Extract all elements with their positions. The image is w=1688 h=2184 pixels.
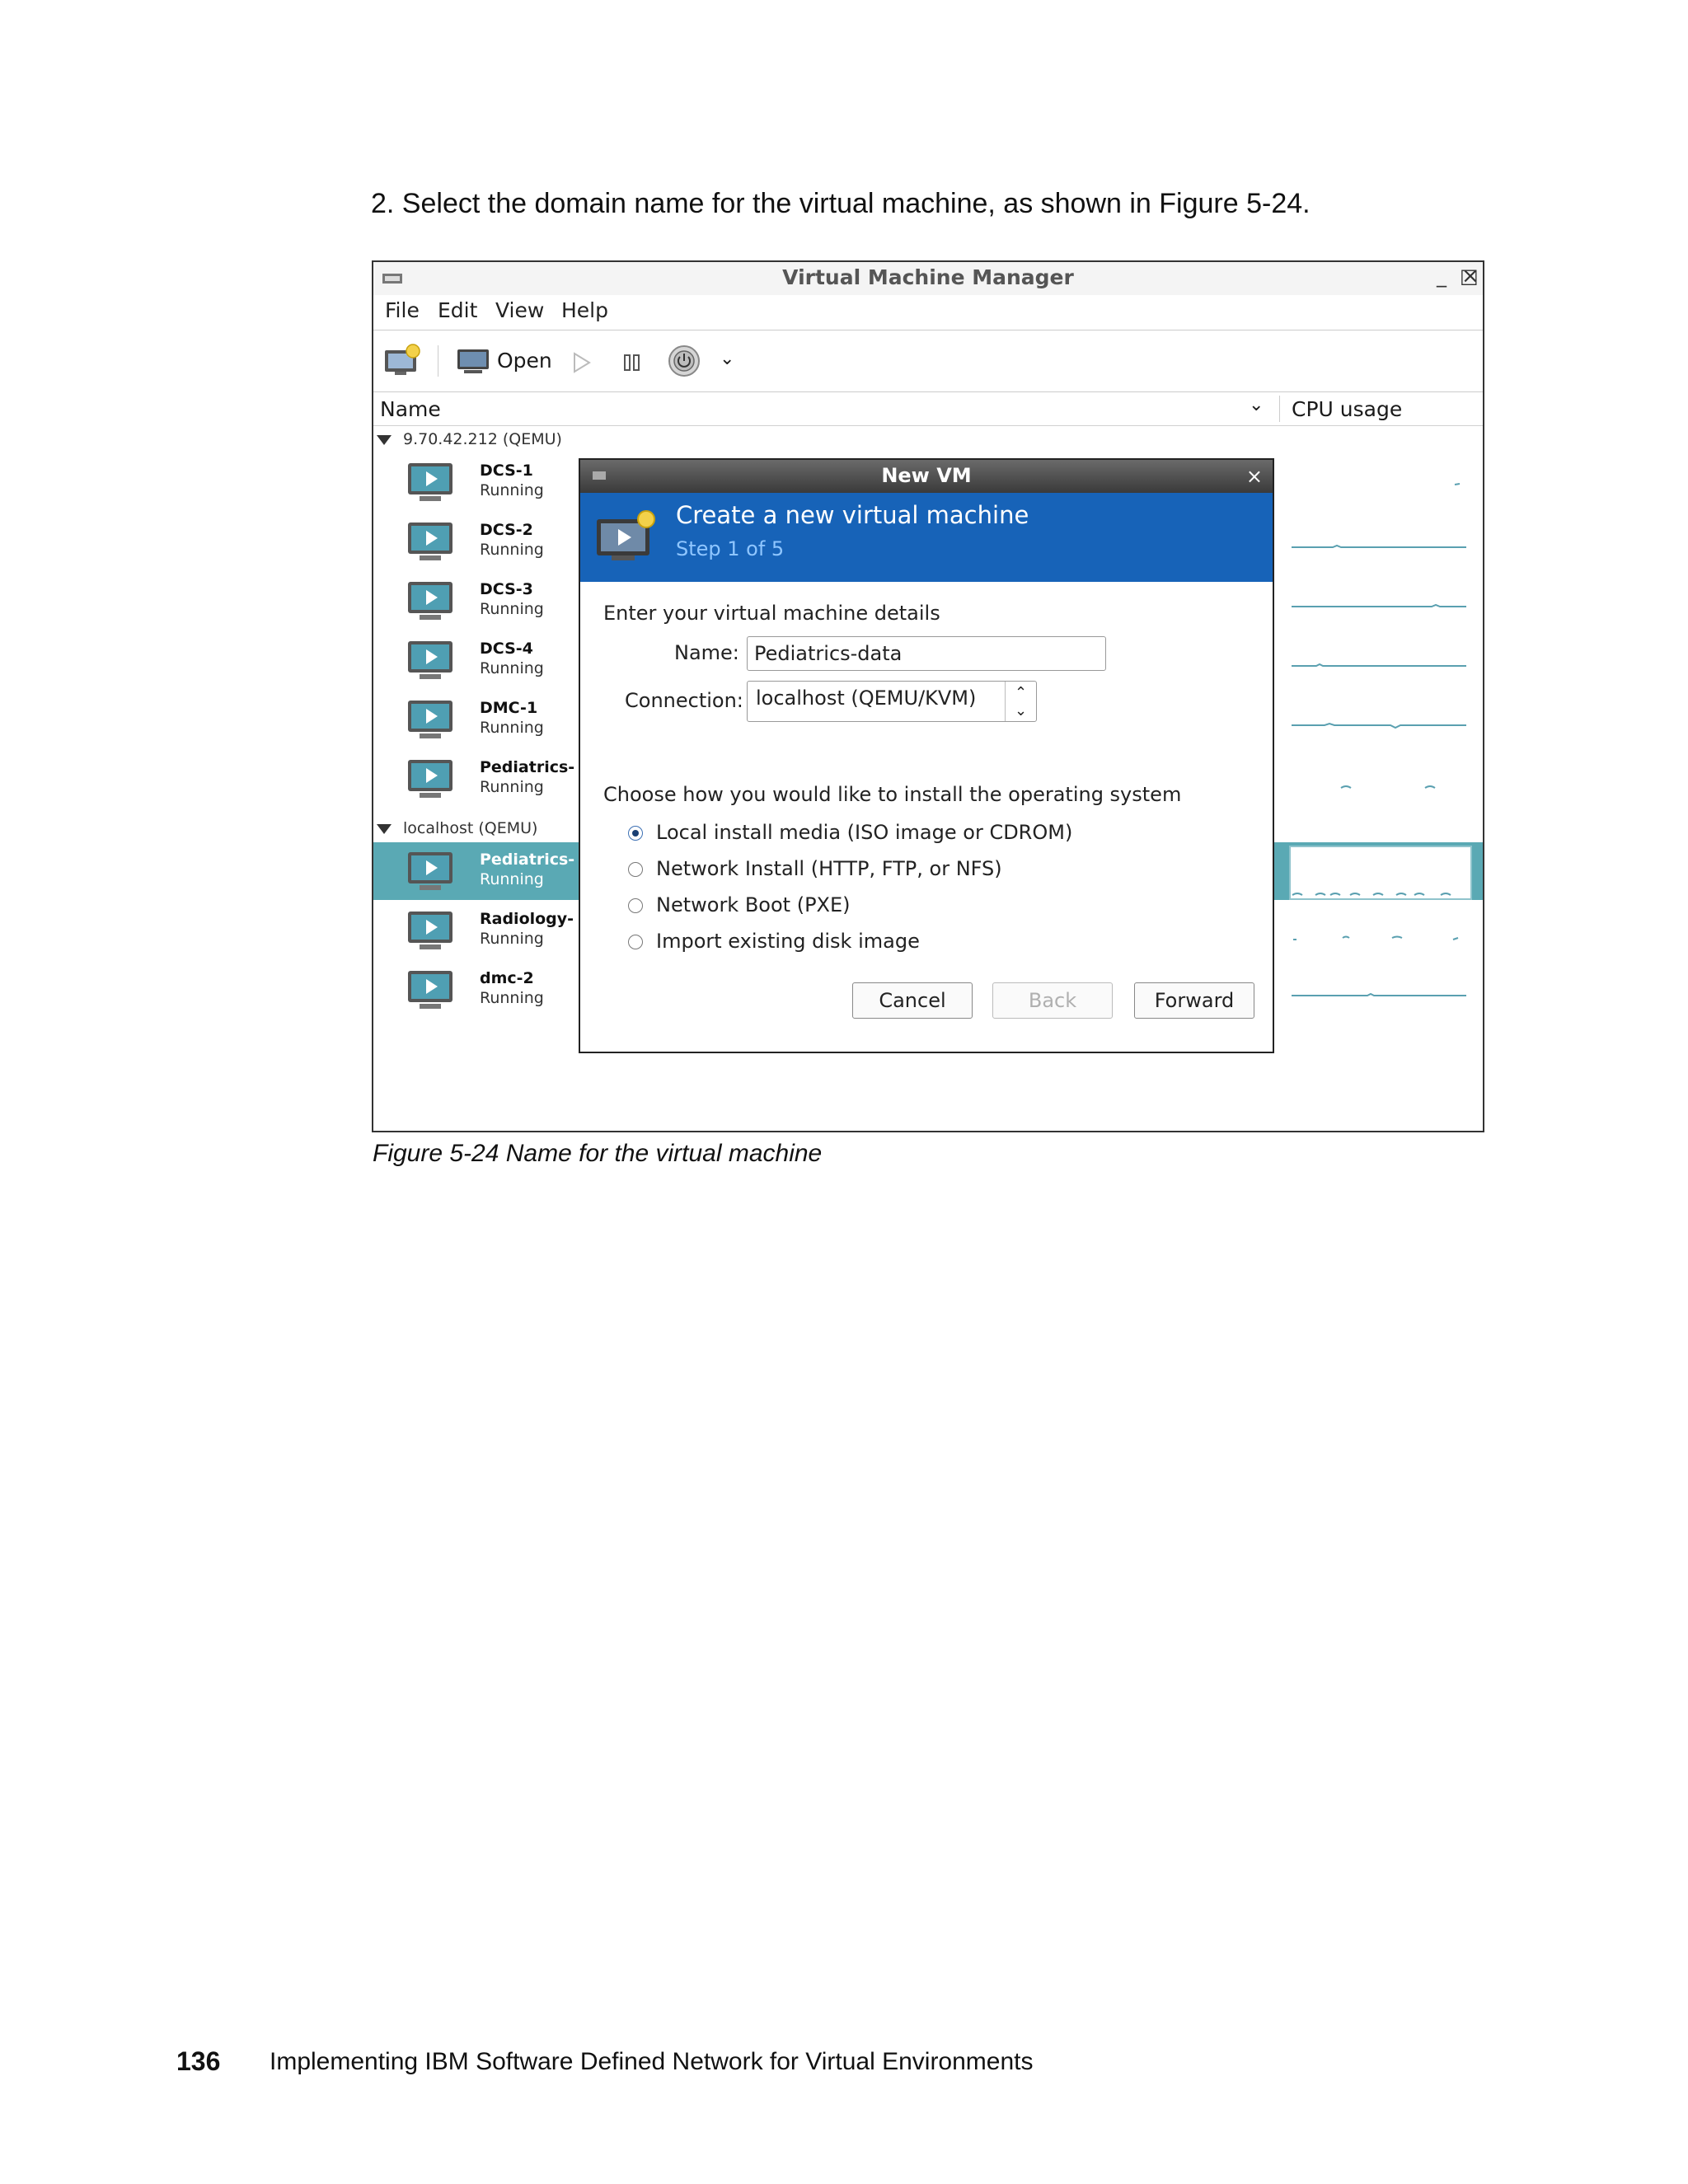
- column-name[interactable]: Name: [380, 397, 441, 421]
- cpu-sparkline: [1293, 935, 1459, 940]
- install-label: Choose how you would like to install the…: [603, 783, 1182, 806]
- expander-icon[interactable]: [377, 823, 392, 834]
- group-localhost[interactable]: localhost (QEMU): [377, 819, 537, 837]
- page-number: 136: [176, 2046, 221, 2076]
- vm-state: Running: [480, 659, 544, 677]
- radio-label: Network Boot (PXE): [656, 893, 851, 916]
- vm-state: Running: [480, 600, 544, 618]
- menu-view[interactable]: View: [495, 298, 544, 322]
- dialog-title: New VM: [881, 464, 972, 487]
- radio-icon[interactable]: [628, 862, 643, 877]
- connection-label: Connection:: [625, 689, 743, 712]
- window-title: Virtual Machine Manager: [782, 265, 1074, 289]
- group-label: localhost (QEMU): [403, 819, 538, 837]
- column-header: Name ⌄ CPU usage: [373, 392, 1483, 426]
- menu-file[interactable]: File: [385, 298, 420, 322]
- menubar: File Edit View Help: [373, 295, 1483, 330]
- monitor-icon[interactable]: [456, 347, 490, 377]
- step-text: 2. Select the domain name for the virtua…: [371, 188, 1311, 219]
- new-vm-icon[interactable]: [383, 344, 421, 378]
- minimize-icon[interactable]: _: [1437, 265, 1447, 288]
- connection-select[interactable]: localhost (QEMU/KVM) ⌃ ⌄: [747, 681, 1037, 722]
- vm-name: DCS-3: [480, 580, 533, 598]
- vm-state: Running: [480, 778, 544, 796]
- open-button[interactable]: Open: [497, 349, 552, 373]
- details-label: Enter your virtual machine details: [603, 602, 940, 625]
- radio-label: Network Install (HTTP, FTP, or NFS): [656, 857, 1002, 880]
- cpu-sparkline-box: [1289, 846, 1472, 900]
- pause-icon[interactable]: [621, 350, 644, 375]
- dialog-step: Step 1 of 5: [676, 537, 785, 560]
- group-remote-host[interactable]: 9.70.42.212 (QEMU): [377, 430, 562, 448]
- close-icon[interactable]: ×: [1461, 264, 1479, 288]
- spinner-arrows-icon[interactable]: ⌃ ⌄: [1005, 682, 1036, 721]
- vm-name: Pediatrics-: [480, 851, 575, 869]
- new-vm-dialog: New VM × Create a new virtual machine St…: [579, 458, 1274, 1053]
- vm-name: Radiology-: [480, 910, 574, 928]
- radio-label: Local install media (ISO image or CDROM): [656, 821, 1073, 844]
- vm-monitor-icon: [408, 912, 452, 949]
- vm-name: Pediatrics-: [480, 758, 575, 776]
- chevron-down-icon[interactable]: ⌄: [1249, 395, 1264, 415]
- dialog-titlebar: New VM ×: [580, 460, 1273, 493]
- cpu-sparkline: [1292, 603, 1466, 607]
- vm-state: Running: [480, 870, 544, 888]
- vm-monitor-icon: [408, 641, 452, 679]
- run-icon[interactable]: [570, 350, 593, 375]
- vm-state: Running: [480, 930, 544, 948]
- figure-caption: Figure 5-24 Name for the virtual machine: [373, 1140, 823, 1167]
- radio-selected-icon[interactable]: [628, 826, 643, 841]
- group-label: 9.70.42.212 (QEMU): [403, 430, 562, 448]
- vm-name: DMC-1: [480, 699, 538, 717]
- vm-monitor-icon: [408, 582, 452, 620]
- vm-state: Running: [480, 719, 544, 737]
- window-titlebar: Virtual Machine Manager _ □ ×: [373, 262, 1483, 295]
- footer-title: Implementing IBM Software Defined Networ…: [270, 2048, 1034, 2075]
- vm-monitor-icon: [408, 701, 452, 738]
- column-cpu-usage[interactable]: CPU usage: [1292, 397, 1402, 421]
- connection-value: localhost (QEMU/KVM): [756, 687, 977, 710]
- power-icon[interactable]: [667, 344, 701, 378]
- radio-label: Import existing disk image: [656, 930, 920, 953]
- dialog-body: Enter your virtual machine details Name:…: [580, 582, 1273, 1052]
- vm-name: DCS-4: [480, 640, 533, 658]
- column-separator: [1279, 396, 1280, 422]
- cpu-sparkline: [1340, 785, 1436, 789]
- dialog-heading: Create a new virtual machine: [676, 501, 1029, 529]
- vm-name: dmc-2: [480, 969, 534, 987]
- vm-state: Running: [480, 481, 544, 499]
- vm-monitor-icon: [408, 463, 452, 501]
- name-input[interactable]: [747, 636, 1106, 671]
- close-icon[interactable]: ×: [1246, 465, 1263, 488]
- menu-help[interactable]: Help: [561, 298, 608, 322]
- expander-icon[interactable]: [377, 434, 392, 445]
- vm-state: Running: [480, 541, 544, 559]
- vm-monitor-icon: [408, 760, 452, 798]
- back-button[interactable]: Back: [992, 982, 1113, 1019]
- cpu-sparkline: [1292, 722, 1466, 729]
- vm-name: DCS-2: [480, 521, 533, 539]
- vm-monitor-icon: [408, 971, 452, 1009]
- toolbar: Open ⌄: [373, 330, 1483, 392]
- cpu-sparkline: [1454, 483, 1461, 485]
- vm-monitor-icon: [408, 523, 452, 560]
- cpu-sparkline: [1292, 992, 1466, 996]
- chevron-down-icon[interactable]: ⌄: [720, 349, 734, 369]
- radio-icon[interactable]: [628, 935, 643, 949]
- name-label: Name:: [674, 641, 739, 664]
- cpu-sparkline: [1292, 544, 1466, 548]
- menu-edit[interactable]: Edit: [438, 298, 477, 322]
- vm-name: DCS-1: [480, 462, 533, 480]
- cpu-sparkline: [1292, 663, 1466, 667]
- vm-state: Running: [480, 989, 544, 1007]
- cpu-sparkline: [1292, 893, 1451, 896]
- dialog-banner: Create a new virtual machine Step 1 of 5: [580, 493, 1273, 582]
- forward-button[interactable]: Forward: [1134, 982, 1254, 1019]
- cancel-button[interactable]: Cancel: [852, 982, 973, 1019]
- vm-monitor-icon: [408, 852, 452, 890]
- radio-icon[interactable]: [628, 898, 643, 913]
- new-vm-icon: [597, 510, 655, 560]
